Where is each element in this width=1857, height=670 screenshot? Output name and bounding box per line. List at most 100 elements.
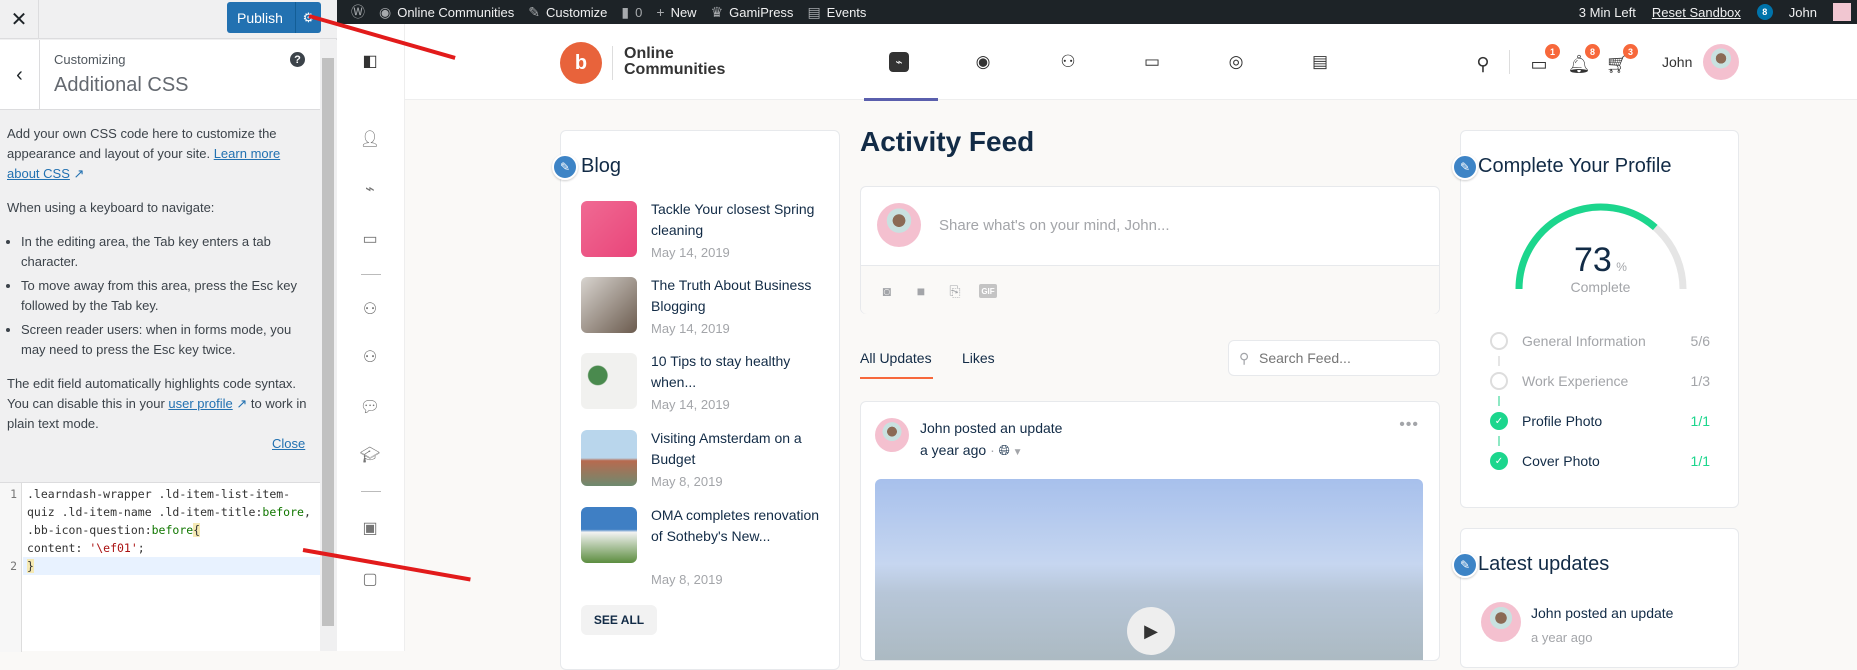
post-avatar[interactable] (875, 418, 909, 452)
edit-widget-pencil-icon[interactable]: ✎ (552, 154, 578, 180)
latest-avatar[interactable] (1481, 602, 1521, 642)
privacy-dropdown-icon[interactable]: ▼ (1010, 447, 1023, 458)
notifications-icon[interactable]: 🔔︎ 8 (1567, 44, 1600, 76)
close-description-link[interactable]: Close (272, 436, 305, 451)
profile-step-label[interactable]: General Information (1522, 333, 1646, 349)
blog-post-title[interactable]: The Truth About Business Blogging (651, 275, 821, 317)
search-feed-input[interactable] (1259, 347, 1429, 369)
blog-thumbnail[interactable] (581, 430, 637, 486)
comment-icon: ▮ (621, 3, 630, 20)
blog-thumbnail[interactable] (581, 201, 637, 257)
profile-step-label[interactable]: Cover Photo (1522, 453, 1600, 469)
tip-item: To move away from this area, press the E… (21, 276, 307, 316)
back-button[interactable]: ‹ (0, 40, 40, 110)
blog-thumbnail[interactable] (581, 353, 637, 409)
inbox-icon[interactable]: ▭ (359, 228, 381, 250)
messages-icon[interactable]: ▭ 1 (1527, 44, 1560, 76)
courses-icon[interactable]: 🎓︎ (359, 444, 381, 466)
see-all-button[interactable]: SEE ALL (581, 605, 657, 635)
latest-time: a year ago (1531, 630, 1593, 645)
post-time[interactable]: a year ago (920, 442, 986, 458)
profile-step-label[interactable]: Profile Photo (1522, 413, 1602, 429)
css-code-editor[interactable]: 1 2 .learndash-wrapper .ld-item-list-ite… (0, 482, 320, 652)
calendar-icon: ▤ (807, 3, 821, 20)
adminbar-new[interactable]: + New (656, 4, 696, 20)
blog-post-title[interactable]: OMA completes renovation of Sotheby's Ne… (651, 505, 821, 547)
nav-forums-icon[interactable]: ▭ (1140, 50, 1164, 74)
post-more-options-icon[interactable]: ••• (1399, 416, 1419, 434)
nav-profile-icon[interactable]: ◉ (971, 50, 995, 74)
latest-update-text: John posted an update (1531, 605, 1673, 621)
publish-button[interactable]: Publish ⚙ (227, 2, 321, 33)
reset-sandbox-link[interactable]: Reset Sandbox (1652, 5, 1741, 20)
header-avatar[interactable] (1703, 44, 1739, 80)
adminbar-user[interactable]: John (1789, 5, 1817, 20)
wp-logo-menu[interactable]: Ⓦ (351, 2, 365, 22)
adminbar-label: GamiPress (729, 4, 794, 20)
video-icon[interactable]: ■ (911, 282, 931, 300)
gif-icon[interactable]: GIF (979, 284, 997, 298)
search-icon[interactable]: ⚲ (1471, 52, 1495, 76)
attachment-icon[interactable]: ⎘ (945, 282, 965, 300)
active-tab-indicator (860, 377, 933, 379)
header-username[interactable]: John (1662, 54, 1692, 70)
profile-step[interactable]: ✓ Cover Photo 1/1 (1490, 451, 1710, 471)
post-video[interactable]: ▶ (875, 479, 1423, 660)
edit-widget-pencil-icon[interactable]: ✎ (1452, 154, 1478, 180)
tab-all-updates[interactable]: All Updates (860, 350, 932, 366)
camera-icon[interactable]: ◙ (877, 282, 897, 300)
cart-icon[interactable]: 🛒︎ 3 (1605, 44, 1638, 76)
help-icon[interactable]: ? (290, 52, 305, 67)
adminbar-avatar[interactable] (1833, 3, 1851, 21)
code-content[interactable]: .learndash-wrapper .ld-item-list-item-qu… (27, 485, 317, 575)
documents-icon[interactable]: ▢ (359, 568, 381, 590)
nav-activity-icon[interactable]: ⌁ (889, 52, 909, 72)
check-circle-icon: ✓ (1490, 452, 1508, 470)
forums-icon[interactable]: 💬︎ (359, 396, 381, 418)
section-header: ‹ Customizing Additional CSS ? (0, 40, 320, 110)
toggle-panel-icon[interactable]: ◧ (359, 50, 381, 72)
profile-step[interactable]: General Information 5/6 (1490, 331, 1710, 351)
adminbar-customize[interactable]: ✎ Customize (528, 4, 607, 21)
tab-likes[interactable]: Likes (962, 350, 995, 366)
blog-thumbnail[interactable] (581, 277, 637, 333)
external-link-icon: ↗ (73, 166, 85, 181)
profile-step-value: 1/1 (1690, 413, 1710, 429)
search-feed-field[interactable]: ⚲ (1228, 340, 1440, 376)
play-icon[interactable]: ▶ (1127, 607, 1175, 655)
adminbar-badge[interactable]: 8 (1756, 4, 1773, 20)
photos-icon[interactable]: ▣ (359, 517, 381, 539)
blog-post-title[interactable]: Tackle Your closest Spring cleaning (651, 199, 821, 241)
activity-icon[interactable]: ⌁ (359, 178, 381, 200)
members-icon[interactable]: ⚇ (359, 298, 381, 320)
edit-widget-pencil-icon[interactable]: ✎ (1452, 552, 1478, 578)
profile-step-label[interactable]: Work Experience (1522, 373, 1628, 389)
adminbar-gamipress[interactable]: ♛ GamiPress (711, 4, 794, 21)
blog-post-title[interactable]: 10 Tips to stay healthy when... (651, 351, 821, 393)
close-customizer-button[interactable]: ✕ (0, 0, 39, 39)
nav-members-icon[interactable]: ⚇ (1056, 50, 1080, 74)
profile-icon[interactable]: 👤︎ (359, 128, 381, 150)
site-logo-icon[interactable]: b (560, 42, 602, 84)
blog-post-title[interactable]: Visiting Amsterdam on a Budget (651, 428, 821, 470)
code-brace: { (193, 523, 201, 537)
privacy-globe-icon[interactable]: 🌐︎ (999, 442, 1010, 458)
adminbar-events[interactable]: ▤ Events (807, 4, 866, 21)
groups-icon[interactable]: ⚇ (359, 346, 381, 368)
nav-photos-icon[interactable]: ◎ (1224, 50, 1248, 74)
code-selector: .learndash-wrapper .ld-item-list-item-qu… (27, 487, 291, 519)
nav-documents-icon[interactable]: ▤ (1308, 50, 1332, 74)
panel-scrollbar-thumb[interactable] (322, 58, 334, 626)
post-composer[interactable]: Share what's on your mind, John... ◙ ■ ⎘… (860, 186, 1440, 314)
post-author-link[interactable]: John (920, 420, 950, 436)
adminbar-comments[interactable]: ▮ 0 (621, 4, 642, 21)
publish-label: Publish (237, 9, 283, 26)
blog-thumbnail[interactable] (581, 507, 637, 563)
site-name[interactable]: Online Communities (624, 46, 725, 78)
latest-author-link[interactable]: John (1531, 605, 1561, 621)
user-profile-link[interactable]: user profile (168, 396, 232, 411)
composer-placeholder[interactable]: Share what's on your mind, John... (939, 217, 1170, 234)
profile-step[interactable]: ✓ Profile Photo 1/1 (1490, 411, 1710, 431)
profile-step[interactable]: Work Experience 1/3 (1490, 371, 1710, 391)
adminbar-site[interactable]: ◉ Online Communities (379, 4, 514, 21)
